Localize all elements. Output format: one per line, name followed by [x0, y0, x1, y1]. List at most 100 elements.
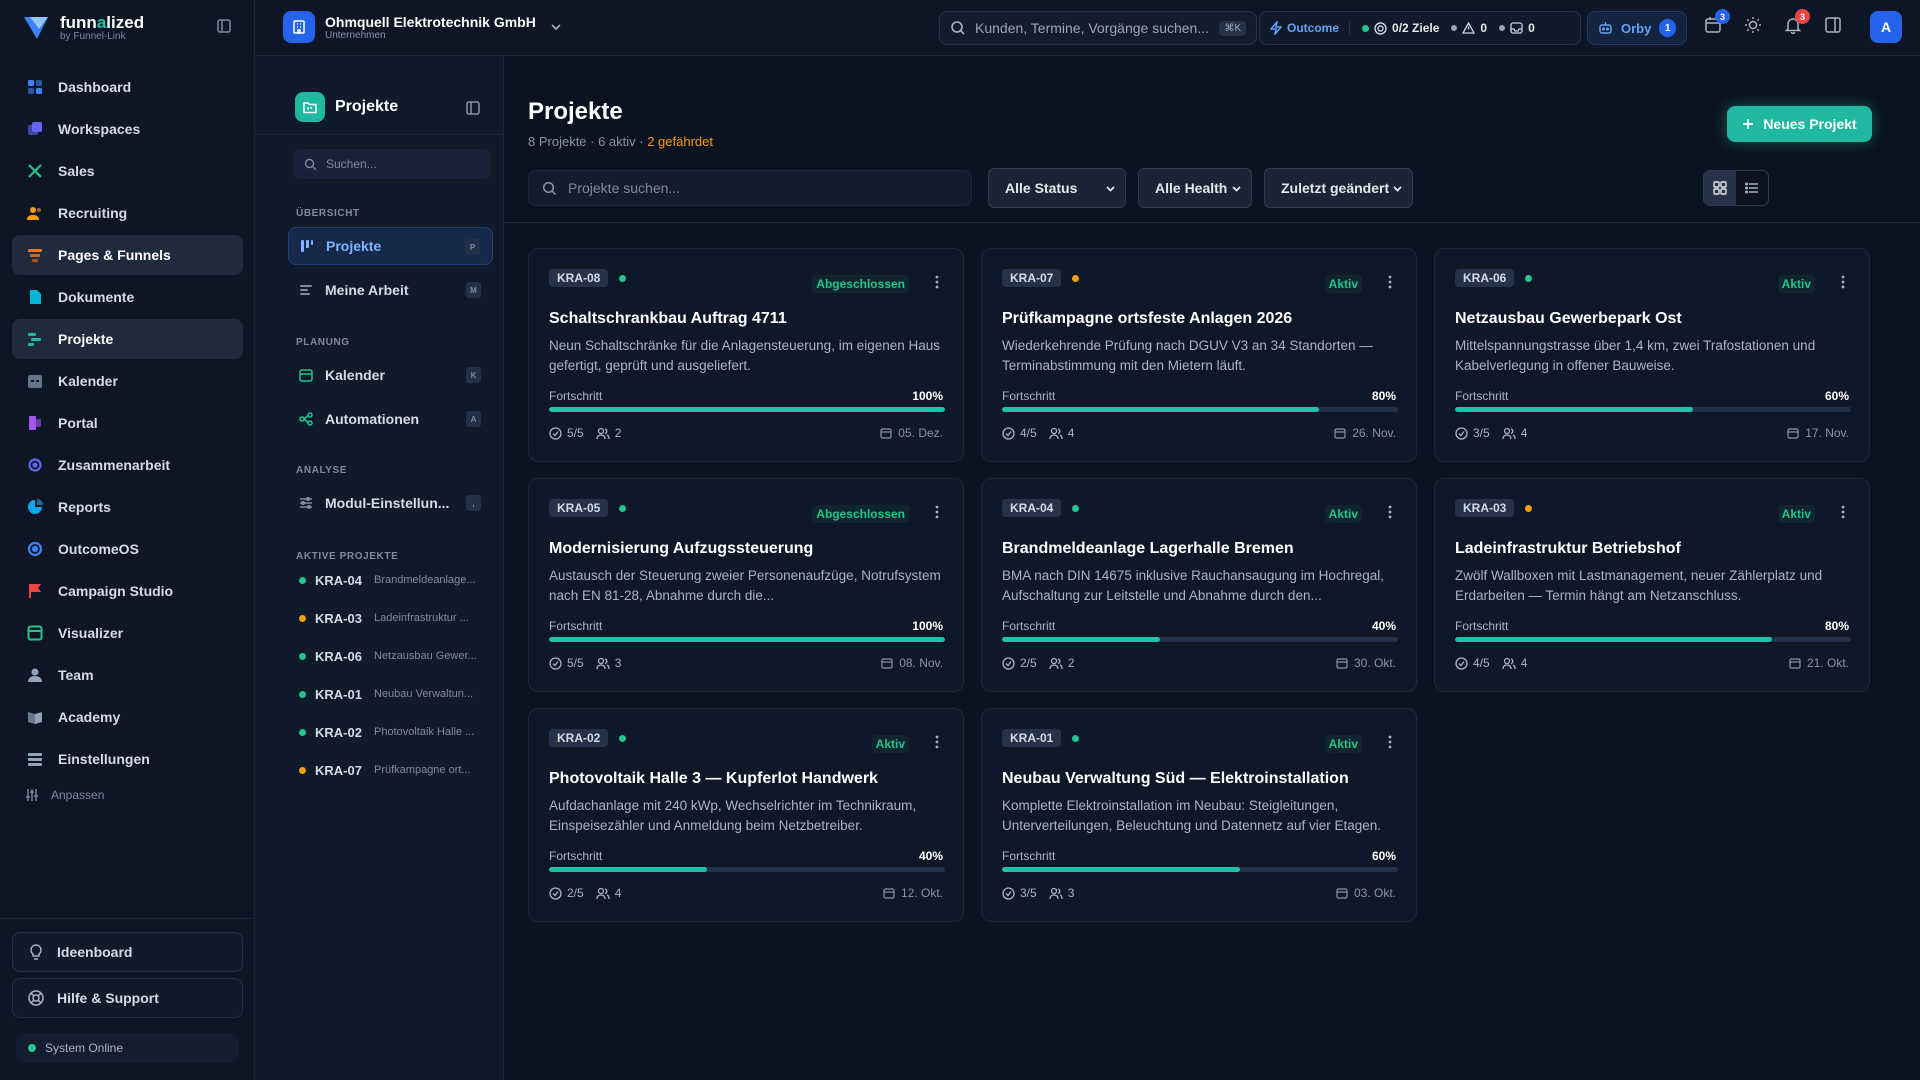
- recruiting-icon: [26, 204, 44, 222]
- workflow-icon: [299, 412, 313, 426]
- tasks-value: 3/5: [1473, 426, 1490, 440]
- panel-item-projekte[interactable]: Projekte P: [288, 227, 493, 265]
- notifications-button[interactable]: 3: [1784, 9, 1810, 37]
- new-project-label: Neues Projekt: [1763, 116, 1857, 132]
- more-vertical-icon[interactable]: [1388, 735, 1392, 749]
- active-project-item[interactable]: KRA-04 Brandmeldeanlage...: [299, 570, 484, 590]
- at-risk-count[interactable]: 2 gefährdet: [647, 134, 713, 149]
- progress-label: Fortschritt: [549, 849, 603, 863]
- active-project-item[interactable]: KRA-02 Photovoltaik Halle ...: [299, 722, 484, 742]
- health-filter-select[interactable]: Alle Health: [1138, 168, 1252, 208]
- reports-icon: [26, 498, 44, 516]
- kanban-icon: [300, 239, 314, 253]
- project-card[interactable]: KRA-07 Aktiv Prüfkampagne ortsfeste Anla…: [981, 248, 1417, 462]
- sidebar-item-workspaces[interactable]: Workspaces: [12, 109, 243, 149]
- project-title: Ladeinfrastruktur Betriebshof: [1455, 540, 1681, 557]
- project-title: Modernisierung Aufzugssteuerung: [549, 540, 814, 557]
- active-project-item[interactable]: KRA-01 Neubau Verwaltun...: [299, 684, 484, 704]
- sidebar-item-academy[interactable]: Academy: [12, 697, 243, 737]
- sidebar-item-portal[interactable]: Portal: [12, 403, 243, 443]
- shortcut-key: ,: [466, 495, 481, 511]
- users-icon: [596, 887, 610, 900]
- project-card[interactable]: KRA-05 Abgeschlossen Modernisierung Aufz…: [528, 478, 964, 692]
- panel-item-label: Kalender: [325, 367, 385, 383]
- ideaboard-button[interactable]: Ideenboard: [12, 932, 243, 972]
- project-card[interactable]: KRA-02 Aktiv Photovoltaik Halle 3 — Kupf…: [528, 708, 964, 922]
- user-avatar[interactable]: A: [1870, 11, 1902, 43]
- panel-toggle-button[interactable]: [1824, 16, 1842, 37]
- panel-item-calendar[interactable]: Kalender K: [288, 356, 493, 394]
- project-card[interactable]: KRA-01 Aktiv Neubau Verwaltung Süd — Ele…: [981, 708, 1417, 922]
- sidebar-item-dokumente[interactable]: Dokumente: [12, 277, 243, 317]
- new-project-button[interactable]: Neues Projekt: [1727, 106, 1872, 142]
- grid-view-button[interactable]: [1704, 171, 1736, 205]
- customize-button[interactable]: Anpassen: [25, 788, 104, 802]
- sidebar-item-reports[interactable]: Reports: [12, 487, 243, 527]
- active-project-item[interactable]: KRA-07 Prüfkampagne ort...: [299, 760, 484, 780]
- project-card[interactable]: KRA-04 Aktiv Brandmeldeanlage Lagerhalle…: [981, 478, 1417, 692]
- panel-item-module-settings[interactable]: Modul-Einstellun... ,: [288, 484, 493, 522]
- progress-bar: [1455, 637, 1851, 642]
- active-project-item[interactable]: KRA-03 Ladeinfrastruktur ...: [299, 608, 484, 628]
- sort-select[interactable]: Zuletzt geändert: [1264, 168, 1413, 208]
- sidebar-item-visualizer[interactable]: Visualizer: [12, 613, 243, 653]
- alerts-stat[interactable]: 0: [1451, 21, 1487, 35]
- project-search-input[interactable]: Projekte suchen...: [528, 170, 972, 206]
- global-search-input[interactable]: Kunden, Termine, Vorgänge suchen... ⌘K: [939, 11, 1257, 45]
- panel-item-my-work[interactable]: Meine Arbeit M: [288, 271, 493, 309]
- list-view-button[interactable]: [1736, 171, 1768, 205]
- panel-item-automations[interactable]: Automationen A: [288, 400, 493, 438]
- sidebar-item-zusammenarbeit[interactable]: Zusammenarbeit: [12, 445, 243, 485]
- funnel-logo-icon: [22, 15, 50, 41]
- sidebar-item-label: Pages & Funnels: [58, 247, 171, 263]
- project-description: Komplette Elektroinstallation im Neubau:…: [1002, 798, 1382, 833]
- sidebar-item-pages-funnels[interactable]: Pages & Funnels: [12, 235, 243, 275]
- help-support-button[interactable]: Hilfe & Support: [12, 978, 243, 1018]
- sidebar-item-kalender[interactable]: Kalender: [12, 361, 243, 401]
- status-filter-select[interactable]: Alle Status: [988, 168, 1126, 208]
- messages-stat[interactable]: 0: [1499, 21, 1535, 35]
- panel-item-label: Meine Arbeit: [325, 282, 409, 298]
- tasks-count: 4/5: [1002, 426, 1037, 440]
- sidebar-item-campaign-studio[interactable]: Campaign Studio: [12, 571, 243, 611]
- sidebar-item-einstellungen[interactable]: Einstellungen: [12, 739, 243, 779]
- members-value: 2: [614, 426, 622, 440]
- inbox-icon: [1510, 22, 1523, 34]
- users-icon: [596, 427, 610, 440]
- brand-logo[interactable]: funnalized by Funnel-Link: [22, 10, 144, 46]
- theme-toggle-button[interactable]: [1744, 16, 1762, 37]
- sidebar-item-dashboard[interactable]: Dashboard: [12, 67, 243, 107]
- more-vertical-icon[interactable]: [935, 275, 939, 289]
- sidebar-item-projekte[interactable]: Projekte: [12, 319, 243, 359]
- more-vertical-icon[interactable]: [935, 505, 939, 519]
- goals-stat[interactable]: 0/2 Ziele: [1362, 21, 1439, 35]
- sidebar-item-team[interactable]: Team: [12, 655, 243, 695]
- more-vertical-icon[interactable]: [1388, 505, 1392, 519]
- sidebar-item-recruiting[interactable]: Recruiting: [12, 193, 243, 233]
- outcome-button[interactable]: Outcome: [1270, 21, 1351, 35]
- more-vertical-icon[interactable]: [1388, 275, 1392, 289]
- active-project-item[interactable]: KRA-06 Netzausbau Gewer...: [299, 646, 484, 666]
- more-vertical-icon[interactable]: [935, 735, 939, 749]
- orby-assistant-button[interactable]: Orby 1: [1587, 11, 1687, 45]
- project-card[interactable]: KRA-08 Abgeschlossen Schaltschrankbau Au…: [528, 248, 964, 462]
- panel-item-label: Projekte: [326, 238, 382, 254]
- panel-search-input[interactable]: Suchen...: [293, 149, 491, 179]
- more-vertical-icon[interactable]: [1841, 275, 1845, 289]
- panel-collapse-icon[interactable]: [465, 100, 481, 116]
- sidebar-item-outcomeos[interactable]: OutcomeOS: [12, 529, 243, 569]
- company-switcher[interactable]: Ohmquell Elektrotechnik GmbH Unternehmen: [283, 11, 562, 43]
- more-vertical-icon[interactable]: [1841, 505, 1845, 519]
- project-card[interactable]: KRA-06 Aktiv Netzausbau Gewerbepark Ost …: [1434, 248, 1870, 462]
- progress-value: 40%: [1371, 619, 1396, 633]
- status-badge: Aktiv: [871, 735, 909, 753]
- sidebar-collapse-icon[interactable]: [216, 18, 232, 34]
- project-card[interactable]: KRA-03 Aktiv Ladeinfrastruktur Betriebsh…: [1434, 478, 1870, 692]
- chevron-down-icon: [550, 21, 562, 33]
- sidebar-item-sales[interactable]: Sales: [12, 151, 243, 191]
- section-label-planning: PLANUNG: [296, 337, 350, 348]
- calendar-button[interactable]: 3: [1704, 9, 1730, 37]
- due-date: 21. Okt.: [1789, 656, 1849, 670]
- calendar-icon: [881, 657, 893, 669]
- due-date-value: 21. Okt.: [1806, 656, 1849, 670]
